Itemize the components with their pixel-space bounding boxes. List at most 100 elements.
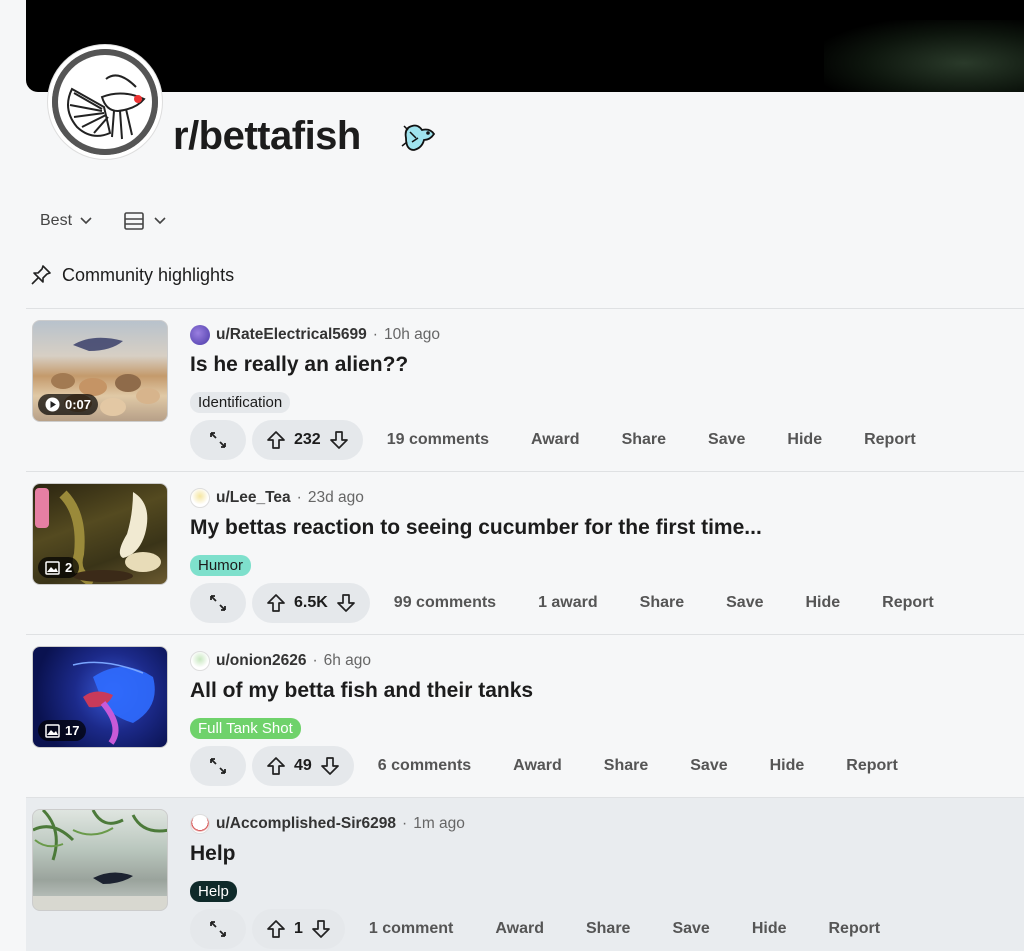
save-button[interactable]: Save: [651, 909, 730, 949]
subreddit-avatar[interactable]: [48, 45, 162, 159]
comments-button[interactable]: 99 comments: [370, 583, 517, 623]
post-time: 6h ago: [323, 652, 372, 669]
post-flair[interactable]: Identification: [190, 392, 291, 413]
expand-button[interactable]: [190, 420, 246, 460]
expand-icon: [210, 595, 226, 611]
post-title[interactable]: All of my betta fish and their tanks: [190, 679, 533, 703]
post-author[interactable]: u/Accomplished-Sir6298: [216, 815, 396, 833]
share-button[interactable]: Share: [583, 746, 669, 786]
post-thumbnail[interactable]: [32, 809, 168, 911]
upvote-icon[interactable]: [266, 756, 286, 776]
expand-button[interactable]: [190, 583, 246, 623]
report-button[interactable]: Report: [861, 583, 955, 623]
post-card[interactable]: 2 u/Lee_Tea · 23d ago My bettas reaction…: [26, 472, 1024, 634]
vote-count: 6.5K: [294, 594, 328, 611]
view-dropdown[interactable]: [124, 212, 166, 230]
expand-button[interactable]: [190, 746, 246, 786]
hide-button[interactable]: Hide: [749, 746, 826, 786]
post-meta: u/Lee_Tea · 23d ago: [190, 488, 364, 508]
post-flair[interactable]: Full Tank Shot: [190, 718, 301, 739]
expand-icon: [210, 432, 226, 448]
chevron-down-icon: [80, 217, 92, 225]
video-duration-badge: 0:07: [38, 394, 99, 415]
hide-button[interactable]: Hide: [766, 420, 843, 460]
upvote-icon[interactable]: [266, 593, 286, 613]
downvote-icon[interactable]: [311, 919, 331, 939]
share-button[interactable]: Share: [565, 909, 651, 949]
post-card[interactable]: 17 u/onion2626 · 6h ago All of my betta …: [26, 635, 1024, 797]
save-button[interactable]: Save: [705, 583, 784, 623]
post-actions: 49 6 comments Award Share Save Hide Repo…: [190, 746, 919, 786]
comments-button[interactable]: 1 comment: [345, 909, 474, 949]
expand-button[interactable]: [190, 909, 246, 949]
post-thumbnail[interactable]: 0:07: [32, 320, 168, 422]
award-button[interactable]: 1 award: [517, 583, 619, 623]
post-title[interactable]: Help: [190, 842, 236, 866]
card-view-icon: [124, 212, 144, 230]
report-button[interactable]: Report: [843, 420, 937, 460]
upvote-icon[interactable]: [266, 919, 286, 939]
gallery-count: 17: [65, 723, 80, 738]
separator-dot: ·: [312, 652, 318, 669]
share-button[interactable]: Share: [619, 583, 705, 623]
gallery-count-badge: 2: [38, 557, 80, 578]
play-icon: [45, 397, 60, 412]
share-button[interactable]: Share: [601, 420, 687, 460]
user-avatar-icon[interactable]: [190, 488, 210, 508]
downvote-icon[interactable]: [329, 430, 349, 450]
video-duration: 0:07: [65, 397, 92, 412]
gallery-icon: [45, 560, 60, 575]
chevron-down-icon: [154, 217, 166, 225]
post-meta: u/RateElectrical5699 · 10h ago: [190, 325, 440, 345]
separator-dot: ·: [402, 815, 408, 832]
hide-button[interactable]: Hide: [785, 583, 862, 623]
award-button[interactable]: Award: [492, 746, 583, 786]
subreddit-banner: [26, 0, 1024, 92]
post-author[interactable]: u/Lee_Tea: [216, 489, 291, 507]
subreddit-name: r/bettafish: [173, 114, 361, 158]
user-avatar-icon[interactable]: [190, 325, 210, 345]
downvote-icon[interactable]: [336, 593, 356, 613]
comments-button[interactable]: 6 comments: [354, 746, 492, 786]
save-button[interactable]: Save: [669, 746, 748, 786]
expand-icon: [210, 921, 226, 937]
report-button[interactable]: Report: [808, 909, 902, 949]
vote-control: 232: [252, 420, 363, 460]
vote-control: 1: [252, 909, 345, 949]
award-button[interactable]: Award: [510, 420, 601, 460]
award-button[interactable]: Award: [474, 909, 565, 949]
community-highlights[interactable]: Community highlights: [30, 264, 234, 286]
user-avatar-icon[interactable]: [190, 651, 210, 671]
gallery-icon: [45, 723, 60, 738]
report-button[interactable]: Report: [825, 746, 919, 786]
post-author[interactable]: u/RateElectrical5699: [216, 326, 367, 344]
betta-logo-icon: [52, 49, 158, 155]
post-thumbnail[interactable]: 2: [32, 483, 168, 585]
post-meta: u/onion2626 · 6h ago: [190, 651, 371, 671]
betta-emoji-icon: [400, 120, 438, 156]
vote-count: 1: [294, 920, 303, 937]
vote-control: 49: [252, 746, 354, 786]
post-card[interactable]: u/Accomplished-Sir6298 · 1m ago Help Hel…: [26, 798, 1024, 951]
downvote-icon[interactable]: [320, 756, 340, 776]
post-card[interactable]: 0:07 u/RateElectrical5699 · 10h ago Is h…: [26, 309, 1024, 471]
sort-dropdown[interactable]: Best: [40, 212, 92, 230]
post-flair[interactable]: Help: [190, 881, 237, 902]
user-avatar-icon[interactable]: [190, 814, 210, 834]
post-actions: 6.5K 99 comments 1 award Share Save Hide…: [190, 583, 955, 623]
post-title[interactable]: My bettas reaction to seeing cucumber fo…: [190, 516, 762, 540]
gallery-count: 2: [65, 560, 73, 575]
post-actions: 1 1 comment Award Share Save Hide Report: [190, 909, 901, 949]
vote-count: 232: [294, 431, 321, 448]
post-author[interactable]: u/onion2626: [216, 652, 306, 670]
upvote-icon[interactable]: [266, 430, 286, 450]
post-title[interactable]: Is he really an alien??: [190, 353, 408, 377]
sort-label: Best: [40, 212, 73, 229]
comments-button[interactable]: 19 comments: [363, 420, 510, 460]
save-button[interactable]: Save: [687, 420, 766, 460]
expand-icon: [210, 758, 226, 774]
post-time: 23d ago: [307, 489, 364, 506]
hide-button[interactable]: Hide: [731, 909, 808, 949]
post-thumbnail[interactable]: 17: [32, 646, 168, 748]
post-flair[interactable]: Humor: [190, 555, 252, 576]
